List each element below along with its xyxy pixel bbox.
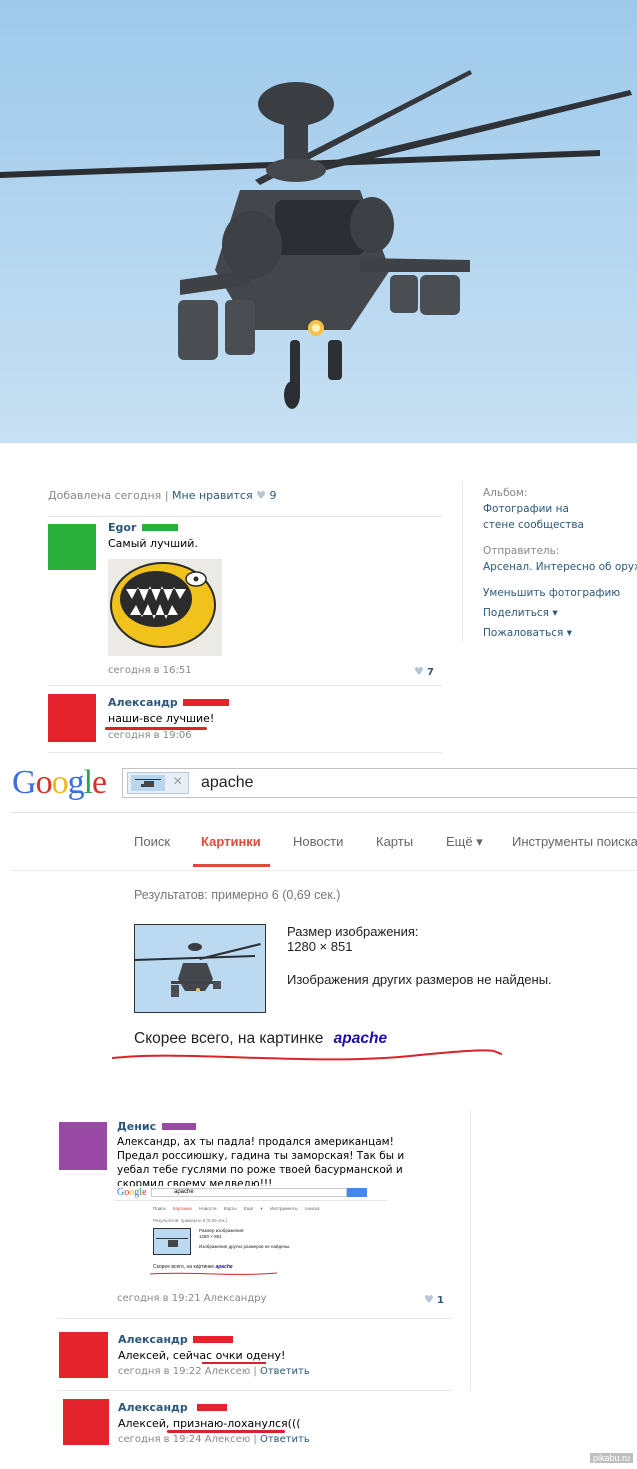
comment-time[interactable]: сегодня в 19:24 Алексею bbox=[118, 1434, 250, 1445]
comment-time[interactable]: сегодня в 19:21 Александру bbox=[117, 1293, 267, 1304]
image-query-chip[interactable]: × bbox=[127, 772, 189, 794]
watermark: pikabu.ru bbox=[589, 1453, 633, 1463]
redacted-name bbox=[193, 1336, 234, 1343]
comment-text: Алексей, сейчас очки одену! bbox=[118, 1349, 286, 1362]
avatar[interactable] bbox=[59, 1332, 108, 1378]
divider bbox=[48, 516, 442, 517]
comment-time[interactable]: сегодня в 19:22 Алексею bbox=[118, 1366, 250, 1377]
tab-search-tools[interactable]: Инструменты поиска bbox=[512, 834, 637, 849]
comment-text: Александр, ах ты падла! продался америка… bbox=[117, 1136, 405, 1190]
comment: Egor Самый лучший. сегодня в 16:51 ♥ 7 bbox=[48, 520, 442, 685]
comment: Александр Алексей, сейчас очки одену! се… bbox=[57, 1325, 452, 1385]
tab-maps[interactable]: Карты bbox=[376, 834, 413, 849]
report-link[interactable]: Пожаловаться bbox=[483, 627, 563, 639]
google-logo: Google bbox=[12, 764, 107, 801]
heart-icon[interactable]: ♥ bbox=[414, 665, 424, 678]
search-icon bbox=[347, 1188, 367, 1197]
chevron-down-icon: ▾ bbox=[566, 627, 572, 639]
helicopter-thumb-icon bbox=[135, 943, 261, 997]
sender-link[interactable]: Арсенал. Интересно об оружи bbox=[483, 559, 637, 575]
comment-text: Самый лучший. bbox=[108, 537, 198, 550]
laughing-face-icon bbox=[110, 562, 216, 648]
like-button[interactable]: Мне нравится bbox=[172, 489, 253, 502]
helicopter-thumb-icon bbox=[131, 775, 165, 791]
comment-text: наши-все лучшие! bbox=[108, 712, 215, 725]
shrink-photo-link[interactable]: Уменьшить фотографию bbox=[483, 585, 637, 601]
comment-like-count: 7 bbox=[427, 667, 434, 678]
redacted-name bbox=[141, 524, 178, 531]
red-underline bbox=[149, 1272, 278, 1275]
sender-label: Отправитель: bbox=[483, 545, 560, 557]
no-other-sizes: Изображения других размеров не найдены. bbox=[287, 972, 552, 987]
search-query: apache bbox=[201, 774, 254, 791]
results-stats: Результатов: примерно 6 (0,69 сек.) bbox=[134, 888, 341, 902]
like-count: 9 bbox=[269, 489, 277, 502]
comment-author[interactable]: Egor bbox=[108, 521, 136, 534]
share-link[interactable]: Поделиться bbox=[483, 607, 549, 619]
tab-images[interactable]: Картинки bbox=[201, 834, 261, 849]
avatar[interactable] bbox=[63, 1399, 109, 1445]
size-value: 1280 × 851 bbox=[287, 939, 353, 954]
photo-sidebar: Альбом: Фотографии на стене сообщества О… bbox=[483, 485, 637, 641]
google-search-screenshot: Google × apache Поиск Картинки Новости К… bbox=[0, 760, 637, 1095]
tab-more[interactable]: Ещё ▾ bbox=[446, 834, 483, 850]
red-underline bbox=[202, 1362, 266, 1364]
size-label: Размер изображения: bbox=[287, 924, 419, 939]
comment-text: Алексей, признаю-лоханулся((( bbox=[118, 1417, 301, 1430]
search-input: apache bbox=[151, 1188, 347, 1197]
avatar[interactable] bbox=[48, 524, 96, 570]
comment-like-count: 1 bbox=[437, 1295, 444, 1306]
redacted-name bbox=[183, 699, 230, 706]
divider bbox=[57, 1318, 452, 1319]
heart-icon: ♥ bbox=[256, 489, 266, 502]
heart-icon[interactable]: ♥ bbox=[424, 1293, 434, 1306]
album-label: Альбом: bbox=[483, 487, 528, 499]
comment-time[interactable]: сегодня в 19:06 bbox=[108, 730, 192, 741]
photo-meta: Добавлена сегодня | Мне нравится ♥ 9 bbox=[48, 489, 277, 502]
search-input[interactable]: × apache bbox=[122, 768, 637, 798]
avatar[interactable] bbox=[59, 1122, 107, 1170]
attached-screenshot[interactable]: Google apache Поиск Картинки Новости Кар… bbox=[115, 1186, 387, 1298]
helicopter-photo bbox=[0, 0, 637, 443]
comment-author[interactable]: Александр bbox=[118, 1333, 188, 1346]
reply-link[interactable]: Ответить bbox=[260, 1434, 310, 1445]
redacted-name bbox=[197, 1404, 228, 1411]
tab-news[interactable]: Новости bbox=[293, 834, 343, 849]
divider bbox=[48, 685, 442, 686]
red-underline bbox=[167, 1430, 285, 1433]
redacted-name bbox=[161, 1123, 196, 1130]
reply-link[interactable]: Ответить bbox=[260, 1366, 310, 1377]
google-logo: Google bbox=[117, 1187, 147, 1198]
added-date: Добавлена сегодня bbox=[48, 489, 162, 502]
album-link[interactable]: Фотографии на стене сообщества bbox=[483, 501, 603, 533]
comment-author[interactable]: Александр bbox=[118, 1401, 188, 1414]
comment: Александр Алексей, признаю-лоханулся((( … bbox=[57, 1395, 452, 1455]
apache-helicopter-image bbox=[0, 70, 632, 409]
divider bbox=[57, 1390, 452, 1391]
helicopter-thumb-icon bbox=[153, 1228, 191, 1255]
comment-time[interactable]: сегодня в 16:51 bbox=[108, 665, 192, 676]
comment: Александр наши-все лучшие! сегодня в 19:… bbox=[48, 692, 442, 748]
mini-tabs: Поиск Картинки Новости Карты Ещё ▾ Инстр… bbox=[153, 1206, 320, 1211]
sidebar-divider bbox=[470, 1110, 471, 1390]
divider bbox=[10, 812, 637, 813]
chevron-down-icon: ▾ bbox=[552, 607, 558, 619]
result-thumbnail[interactable] bbox=[134, 924, 266, 1013]
sidebar-divider bbox=[462, 482, 463, 642]
divider bbox=[10, 870, 637, 871]
tab-search[interactable]: Поиск bbox=[134, 834, 170, 849]
active-tab-indicator bbox=[193, 864, 270, 867]
troll-face-image[interactable] bbox=[108, 559, 222, 656]
comment: Денис Александр, ах ты падла! продался а… bbox=[57, 1118, 473, 1313]
avatar[interactable] bbox=[48, 694, 96, 742]
comment-author[interactable]: Денис bbox=[117, 1120, 156, 1133]
close-icon[interactable]: × bbox=[173, 773, 182, 791]
divider bbox=[48, 752, 442, 753]
comment-author[interactable]: Александр bbox=[108, 696, 178, 709]
red-underline bbox=[111, 1049, 503, 1061]
